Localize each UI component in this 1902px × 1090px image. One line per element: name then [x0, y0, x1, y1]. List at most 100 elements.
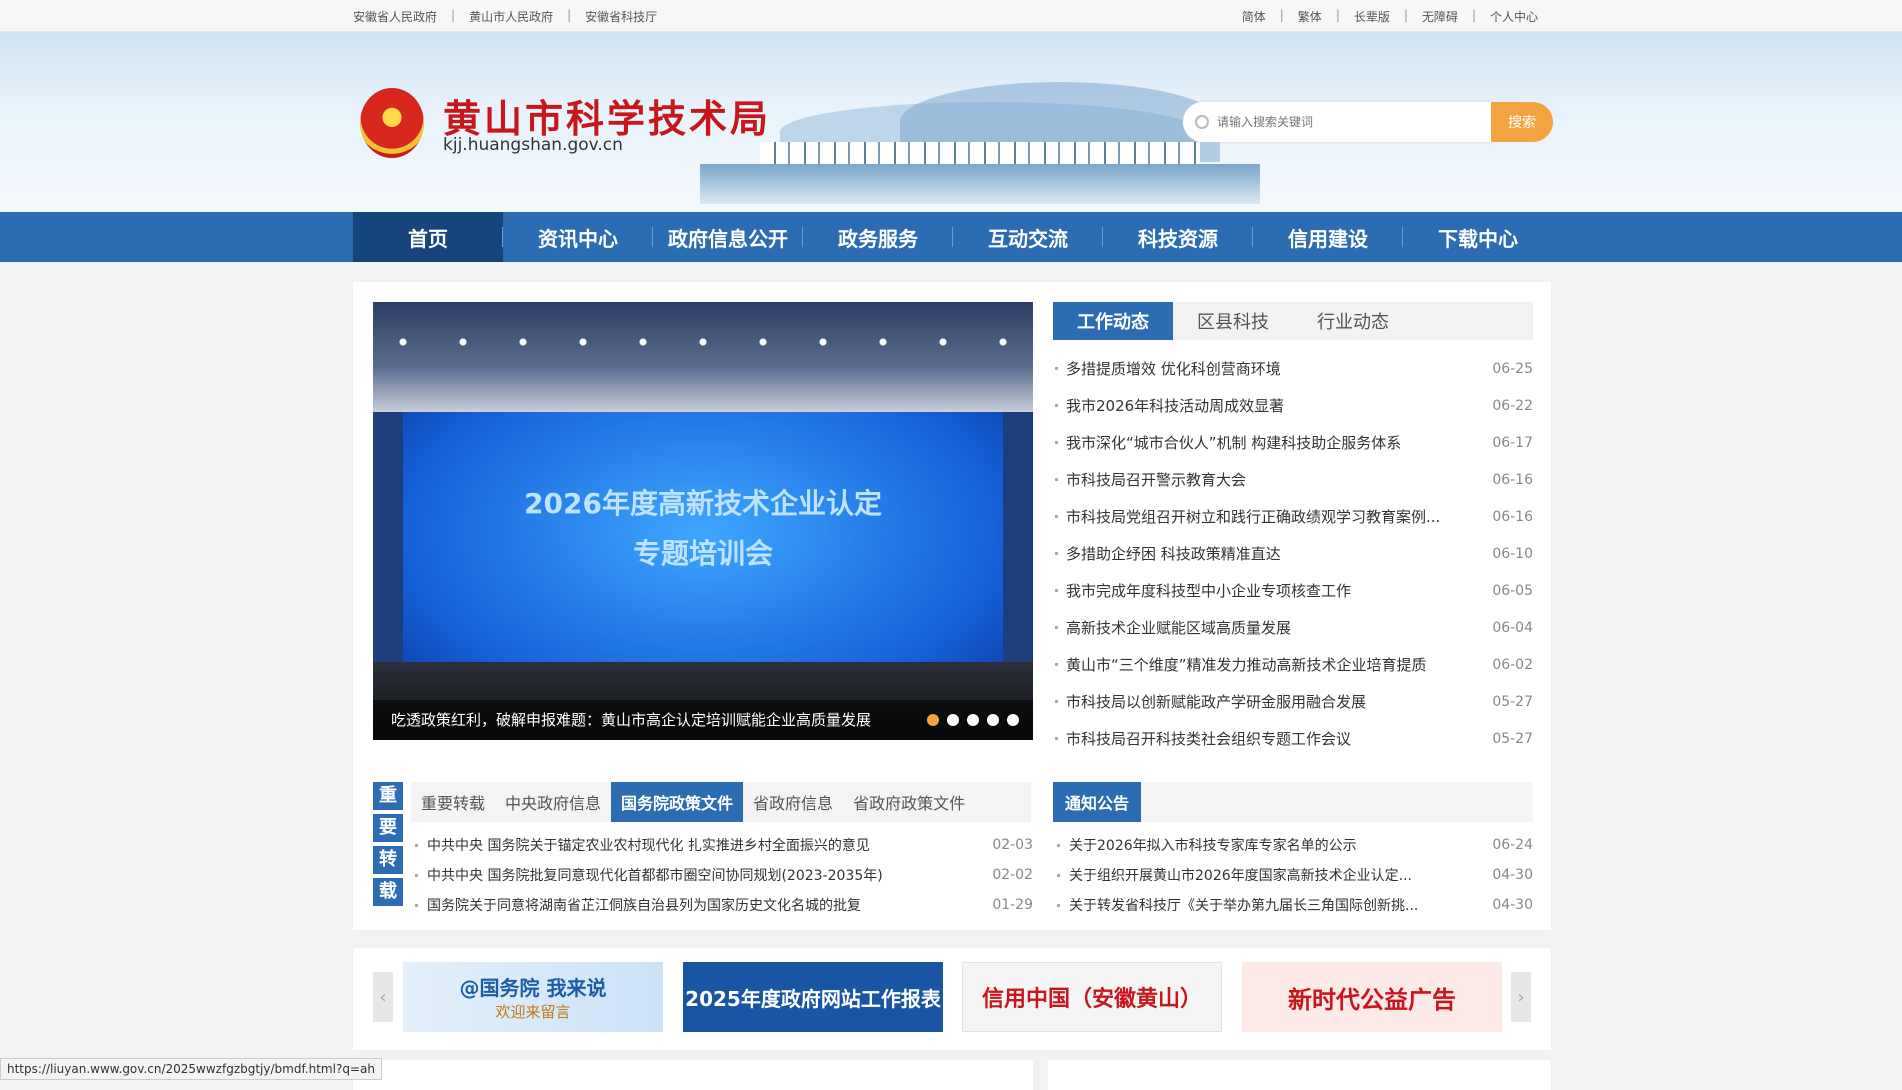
ad-state-council-message[interactable]: @国务院 我来说 欢迎来留言 — [403, 962, 663, 1032]
search-input[interactable] — [1217, 115, 1477, 129]
carousel-dots — [927, 714, 1019, 726]
link-huangshan-gov[interactable]: 黄山市人民政府 — [469, 8, 553, 25]
list-item[interactable]: 高新技术企业赋能区域高质量发展 06-04 — [1053, 609, 1533, 646]
carousel-dot[interactable] — [1007, 714, 1019, 726]
national-emblem-icon — [360, 88, 424, 158]
search-box[interactable] — [1183, 102, 1491, 142]
carousel-dot[interactable] — [967, 714, 979, 726]
list-item[interactable]: 关于2026年拟入市科技专家库专家名单的公示 06-24 — [1053, 830, 1533, 860]
top-right-links: 简体 | 繁体 | 长辈版 | 无障碍 | 个人中心 — [1241, 8, 1538, 25]
nav-downloads[interactable]: 下载中心 — [1403, 212, 1553, 262]
link-accessibility[interactable]: 无障碍 — [1422, 8, 1458, 25]
reprint-date: 02-02 — [992, 867, 1033, 883]
notice-title[interactable]: 关于转发省科技厅《关于举办第九届长三角国际创新挑... — [1069, 895, 1489, 915]
carousel-dot[interactable] — [987, 714, 999, 726]
news-title[interactable]: 多措提质增效 优化科创营商环境 — [1066, 358, 1489, 379]
ad1-sub-text: 欢迎来留言 — [495, 1003, 571, 1021]
top-left-links: 安徽省人民政府 | 黄山市人民政府 | 安徽省科技厅 — [353, 8, 658, 25]
news-title[interactable]: 我市完成年度科技型中小企业专项核查工作 — [1066, 580, 1489, 601]
news-title[interactable]: 市科技局以创新赋能政产学研金服用融合发展 — [1066, 691, 1489, 712]
list-item[interactable]: 黄山市“三个维度”精准发力推动高新技术企业培育提质 06-02 — [1053, 646, 1533, 683]
list-item[interactable]: 我市完成年度科技型中小企业专项核查工作 06-05 — [1053, 572, 1533, 609]
carousel-dot[interactable] — [947, 714, 959, 726]
banner-water — [700, 164, 1260, 204]
news-title[interactable]: 我市深化“城市合伙人”机制 构建科技助企服务体系 — [1066, 432, 1489, 453]
carousel-image-lights — [373, 322, 1033, 362]
list-item[interactable]: 多措助企纾困 科技政策精准直达 06-10 — [1053, 535, 1533, 572]
nav-news-center[interactable]: 资讯中心 — [503, 212, 653, 262]
news-title[interactable]: 市科技局召开警示教育大会 — [1066, 469, 1489, 490]
tab-important-reprint[interactable]: 重要转载 — [411, 782, 495, 822]
tab-work-news[interactable]: 工作动态 — [1053, 302, 1173, 340]
news-date: 06-17 — [1492, 434, 1533, 451]
reprint-tabs: 重要转载 中央政府信息 国务院政策文件 省政府信息 省政府政策文件 — [411, 782, 1031, 822]
link-personal-center[interactable]: 个人中心 — [1490, 8, 1538, 25]
search-bar: 搜索 — [1183, 102, 1553, 142]
notice-title[interactable]: 关于2026年拟入市科技专家库专家名单的公示 — [1069, 835, 1489, 855]
vertical-char: 转 — [373, 846, 403, 874]
news-title[interactable]: 市科技局召开科技类社会组织专题工作会议 — [1066, 728, 1489, 749]
news-carousel[interactable]: 2026年度高新技术企业认定 专题培训会 吃透政策红利，破解申报难题：黄山市高企… — [373, 302, 1033, 740]
browser-status-url: https://liuyan.www.gov.cn/2025wwzfgzbgtj… — [0, 1058, 382, 1080]
news-date: 06-05 — [1492, 582, 1533, 599]
list-item[interactable]: 中共中央 国务院批复同意现代化首都都市圈空间协同规划(2023-2035年) 02… — [411, 860, 1033, 890]
list-item[interactable]: 市科技局召开科技类社会组织专题工作会议 05-27 — [1053, 720, 1533, 757]
chevron-right-icon[interactable]: › — [1511, 972, 1531, 1022]
reprint-date: 01-29 — [992, 897, 1033, 913]
news-title[interactable]: 高新技术企业赋能区域高质量发展 — [1066, 617, 1489, 638]
news-title[interactable]: 我市2026年科技活动周成效显著 — [1066, 395, 1489, 416]
ad-public-welfare[interactable]: 新时代公益广告 — [1242, 962, 1502, 1032]
reprint-list: 中共中央 国务院关于锚定农业农村现代化 扎实推进乡村全面振兴的意见 02-03 中… — [411, 830, 1033, 920]
list-item[interactable]: 我市深化“城市合伙人”机制 构建科技助企服务体系 06-17 — [1053, 424, 1533, 461]
notice-date: 04-30 — [1492, 867, 1533, 883]
reprint-title[interactable]: 中共中央 国务院批复同意现代化首都都市圈空间协同规划(2023-2035年) — [427, 865, 989, 885]
news-title[interactable]: 市科技局党组召开树立和践行正确政绩观学习教育案例... — [1066, 506, 1489, 527]
tab-state-council-policy[interactable]: 国务院政策文件 — [611, 782, 744, 822]
nav-home[interactable]: 首页 — [353, 212, 503, 262]
tab-industry-news[interactable]: 行业动态 — [1293, 302, 1413, 340]
news-title[interactable]: 黄山市“三个维度”精准发力推动高新技术企业培育提质 — [1066, 654, 1489, 675]
reprint-title[interactable]: 国务院关于同意将湖南省芷江侗族自治县列为国家历史文化名城的批复 — [427, 895, 989, 915]
news-date: 06-02 — [1492, 656, 1533, 673]
link-anhui-kjt[interactable]: 安徽省科技厅 — [585, 8, 657, 25]
list-item[interactable]: 多措提质增效 优化科创营商环境 06-25 — [1053, 350, 1533, 387]
nav-gov-info[interactable]: 政府信息公开 — [653, 212, 803, 262]
nav-gov-service[interactable]: 政务服务 — [803, 212, 953, 262]
list-item[interactable]: 我市2026年科技活动周成效显著 06-22 — [1053, 387, 1533, 424]
list-item[interactable]: 市科技局党组召开树立和践行正确政绩观学习教育案例... 06-16 — [1053, 498, 1533, 535]
notice-list: 关于2026年拟入市科技专家库专家名单的公示 06-24 关于组织开展黄山市202… — [1053, 830, 1533, 920]
news-date: 06-10 — [1492, 545, 1533, 562]
ad1-main-text: @国务院 我来说 — [459, 976, 607, 1000]
list-item[interactable]: 关于组织开展黄山市2026年度国家高新技术企业认定... 04-30 — [1053, 860, 1533, 890]
reprint-title[interactable]: 中共中央 国务院关于锚定农业农村现代化 扎实推进乡村全面振兴的意见 — [427, 835, 989, 855]
link-simplified[interactable]: 简体 — [1242, 8, 1266, 25]
news-title[interactable]: 多措助企纾困 科技政策精准直达 — [1066, 543, 1489, 564]
nav-interaction[interactable]: 互动交流 — [953, 212, 1103, 262]
list-item[interactable]: 中共中央 国务院关于锚定农业农村现代化 扎实推进乡村全面振兴的意见 02-03 — [411, 830, 1033, 860]
list-item[interactable]: 市科技局以创新赋能政产学研金服用融合发展 05-27 — [1053, 683, 1533, 720]
list-item[interactable]: 国务院关于同意将湖南省芷江侗族自治县列为国家历史文化名城的批复 01-29 — [411, 890, 1033, 920]
news-date: 05-27 — [1492, 730, 1533, 747]
bottom-section-card — [353, 1060, 1033, 1090]
ad-credit-china[interactable]: 信用中国（安徽黄山） — [962, 962, 1222, 1032]
list-item[interactable]: 市科技局召开警示教育大会 06-16 — [1053, 461, 1533, 498]
list-item[interactable]: 关于转发省科技厅《关于举办第九届长三角国际创新挑... 04-30 — [1053, 890, 1533, 920]
nav-tech-resources[interactable]: 科技资源 — [1103, 212, 1253, 262]
nav-credit[interactable]: 信用建设 — [1253, 212, 1403, 262]
ad-gov-website-report[interactable]: 2025年度政府网站工作报表 — [683, 962, 943, 1032]
tab-county-tech[interactable]: 区县科技 — [1173, 302, 1293, 340]
link-anhui-gov[interactable]: 安徽省人民政府 — [353, 8, 437, 25]
link-traditional[interactable]: 繁体 — [1298, 8, 1322, 25]
tab-provincial-policy[interactable]: 省政府政策文件 — [843, 782, 975, 822]
vertical-char: 重 — [373, 782, 403, 810]
carousel-dot[interactable] — [927, 714, 939, 726]
notice-title[interactable]: 关于组织开展黄山市2026年度国家高新技术企业认定... — [1069, 865, 1489, 885]
tab-provincial-gov-info[interactable]: 省政府信息 — [743, 782, 843, 822]
search-button[interactable]: 搜索 — [1491, 102, 1553, 142]
news-tabs: 工作动态 区县科技 行业动态 — [1053, 302, 1533, 340]
link-elder-mode[interactable]: 长辈版 — [1354, 8, 1390, 25]
search-icon — [1195, 115, 1209, 129]
tab-notice[interactable]: 通知公告 — [1053, 782, 1141, 822]
tab-central-gov-info[interactable]: 中央政府信息 — [495, 782, 611, 822]
chevron-left-icon[interactable]: ‹ — [373, 972, 393, 1022]
